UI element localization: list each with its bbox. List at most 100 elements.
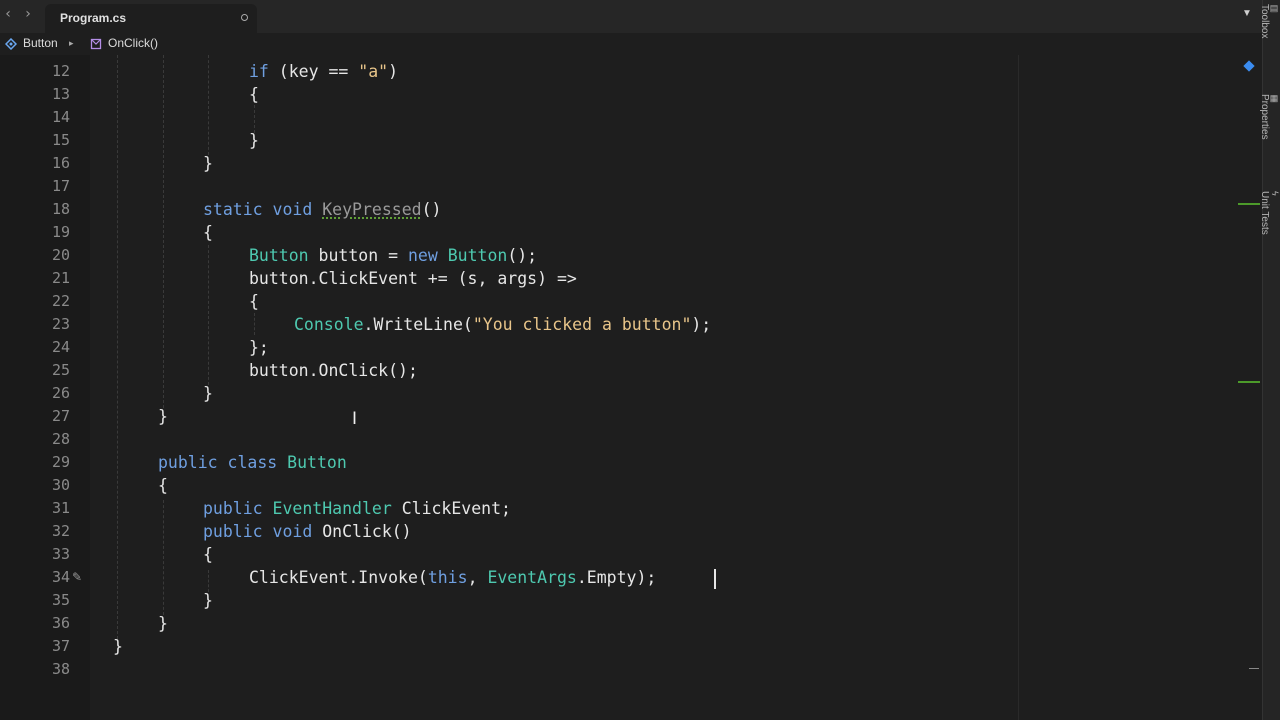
breadcrumb-class[interactable]: Button: [23, 36, 58, 50]
code-line-20[interactable]: Button button = new Button();: [249, 244, 537, 267]
code-token: this: [427, 568, 468, 587]
code-line-15[interactable]: }: [249, 129, 259, 152]
toolbox-label: Toolbox: [1259, 4, 1270, 39]
code-token: .Empty);: [576, 568, 657, 587]
code-line-27[interactable]: }: [158, 405, 168, 428]
code-line-21[interactable]: button.ClickEvent += (s, args) =>: [249, 267, 577, 290]
line-number: 20: [51, 246, 70, 264]
unit-tests-label: Unit Tests: [1259, 191, 1270, 235]
tab-overflow-icon[interactable]: ▼: [1242, 8, 1252, 19]
code-token: EventHandler: [272, 499, 392, 518]
indent-guide: [117, 55, 118, 639]
line-number: 30: [51, 476, 70, 494]
line-number: 31: [51, 499, 70, 517]
code-line-16[interactable]: }: [203, 152, 213, 175]
code-token: class: [217, 453, 288, 472]
code-line-34[interactable]: ClickEvent.Invoke(this, EventArgs.Empty)…: [249, 566, 656, 589]
line-number: 32: [51, 522, 70, 540]
indent-guide: [163, 500, 164, 615]
code-token: new: [407, 246, 438, 265]
code-token: OnClick(): [312, 522, 412, 541]
change-marker[interactable]: [1238, 381, 1260, 383]
line-number: 26: [51, 384, 70, 402]
change-marker[interactable]: [1238, 203, 1260, 205]
code-token: Button: [249, 246, 309, 265]
class-icon: [5, 38, 17, 50]
tab-title: Program.cs: [60, 11, 127, 25]
code-token: ,: [467, 568, 488, 587]
code-line-22[interactable]: {: [249, 290, 259, 313]
properties-tab[interactable]: ▦ Properties: [1259, 94, 1280, 140]
code-line-36[interactable]: }: [158, 612, 168, 635]
code-line-24[interactable]: };: [249, 336, 269, 359]
line-number: 22: [51, 292, 70, 310]
method-icon: [90, 38, 102, 50]
code-editor[interactable]: 12 13 14 15 16 17 18 19 20 21 22 23 24 2…: [0, 55, 1262, 720]
code-token: void: [262, 200, 323, 219]
tab-program-cs[interactable]: Program.cs: [45, 4, 257, 33]
line-number: 16: [51, 154, 70, 172]
code-line-26[interactable]: }: [203, 382, 213, 405]
code-token: Button: [287, 453, 347, 472]
code-line-30[interactable]: {: [158, 474, 168, 497]
line-number: 12: [51, 62, 70, 80]
code-line-35[interactable]: }: [203, 589, 213, 612]
unit-tests-tab[interactable]: ϟ Unit Tests: [1259, 191, 1280, 235]
line-number: 34: [51, 568, 70, 586]
code-token: ();: [507, 246, 538, 265]
toolbox-icon: ▤: [1270, 4, 1280, 14]
code-token: button =: [308, 246, 408, 265]
code-line-32[interactable]: public void OnClick(): [203, 520, 412, 543]
line-number: 15: [51, 131, 70, 149]
code-token: "You clicked a button": [472, 315, 692, 334]
properties-icon: ▦: [1270, 94, 1280, 104]
line-number: 23: [51, 315, 70, 333]
indent-guide: [208, 245, 209, 385]
indent-guide: [208, 55, 209, 155]
code-token: void: [262, 522, 313, 541]
code-token: .WriteLine(: [363, 315, 473, 334]
lightning-icon: ϟ: [1270, 191, 1280, 196]
line-number: 36: [51, 614, 70, 632]
code-token: static: [203, 200, 263, 219]
code-line-25[interactable]: button.OnClick();: [249, 359, 418, 382]
forward-arrow-icon[interactable]: ›: [21, 6, 35, 22]
code-token: "a": [358, 62, 389, 81]
code-line-31[interactable]: public EventHandler ClickEvent;: [203, 497, 511, 520]
breadcrumb-method[interactable]: OnClick(): [108, 36, 158, 50]
code-token: EventArgs: [487, 568, 577, 587]
code-line-29[interactable]: public class Button: [158, 451, 347, 474]
code-line-13[interactable]: {: [249, 83, 259, 106]
code-token: public: [203, 499, 263, 518]
code-line-33[interactable]: {: [203, 543, 213, 566]
code-line-18[interactable]: static void KeyPressed(): [203, 198, 441, 221]
line-number: 21: [51, 269, 70, 287]
back-arrow-icon[interactable]: ‹: [1, 6, 15, 22]
code-token: );: [691, 315, 712, 334]
code-line-23[interactable]: Console.WriteLine("You clicked a button"…: [294, 313, 711, 336]
code-token: (): [421, 200, 442, 219]
text-caret: [714, 569, 716, 589]
properties-label: Properties: [1259, 94, 1270, 140]
code-line-37[interactable]: }: [113, 635, 123, 658]
code-token: if: [249, 62, 269, 81]
column-ruler: [1018, 55, 1019, 720]
toolbox-tab[interactable]: ▤ Toolbox: [1259, 4, 1280, 38]
bookmark-diamond-icon[interactable]: [1243, 60, 1255, 72]
line-number: 35: [51, 591, 70, 609]
code-token: ClickEvent;: [391, 499, 511, 518]
line-number: 25: [51, 361, 70, 379]
breadcrumb-separator-icon: ▸: [69, 38, 74, 48]
code-line-19[interactable]: {: [203, 221, 213, 244]
code-token: ClickEvent.Invoke(: [249, 568, 428, 587]
close-tab-icon[interactable]: [241, 14, 248, 21]
indent-guide: [163, 55, 164, 408]
line-number: 17: [51, 177, 70, 195]
code-line-12[interactable]: if (key == "a"): [249, 60, 398, 83]
line-number: 37: [51, 637, 70, 655]
line-number: 38: [51, 660, 70, 678]
line-number: 24: [51, 338, 70, 356]
side-tool-panel: ▤ Toolbox ▦ Properties ϟ Unit Tests: [1259, 0, 1280, 720]
